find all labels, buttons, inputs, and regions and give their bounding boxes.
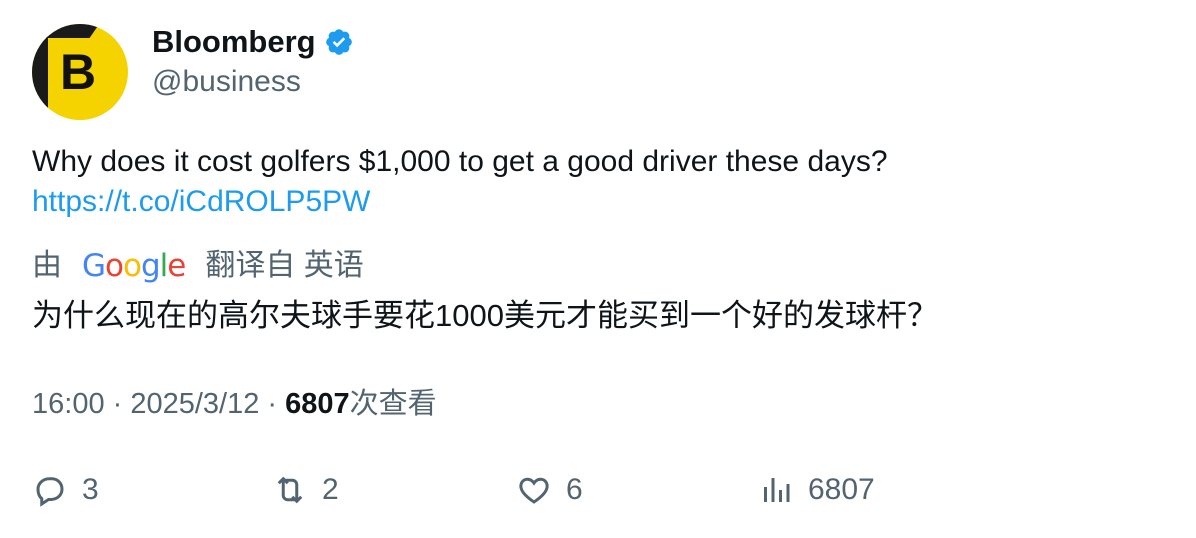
avatar-dark-top	[32, 24, 100, 38]
reply-count: 3	[82, 473, 99, 506]
verified-badge-icon	[325, 29, 352, 55]
analytics-views-count: 6807	[808, 473, 875, 506]
author-display-name[interactable]: Bloomberg	[152, 24, 316, 60]
action-bar: 3 2 6 6807	[32, 472, 1132, 512]
avatar-letter: B	[60, 44, 97, 100]
tweet-text: Why does it cost golfers $1,000 to get a…	[32, 145, 888, 178]
tweet-meta: 16:00 · 2025/3/12 · 6807次查看	[32, 384, 437, 424]
google-logo-letter: G	[82, 248, 106, 284]
google-logo: Google	[82, 246, 186, 286]
tweet-timestamp[interactable]: 16:00 · 2025/3/12 ·	[32, 388, 285, 420]
translated-text: 为什么现在的高尔夫球手要花1000美元才能买到一个好的发球杆？	[32, 298, 938, 333]
google-logo-letter: o	[105, 248, 124, 284]
reply-button[interactable]: 3	[32, 472, 99, 508]
translation-prefix: 由	[32, 249, 62, 282]
retweet-button[interactable]: 2	[272, 472, 339, 508]
google-logo-letter: e	[167, 248, 186, 284]
like-button[interactable]: 6	[516, 472, 583, 508]
google-logo-letter: o	[123, 248, 142, 284]
views-count: 6807	[285, 388, 350, 420]
avatar[interactable]: B	[32, 24, 128, 120]
heart-icon	[519, 477, 549, 504]
translation-suffix: 翻译自 英语	[205, 249, 364, 282]
like-count: 6	[566, 473, 583, 506]
views-label: 次查看	[349, 388, 437, 420]
tweet-link[interactable]: https://t.co/iCdROLP5PW	[32, 182, 370, 222]
author-name-row: Bloomberg	[152, 24, 354, 60]
author-handle[interactable]: @business	[152, 64, 301, 100]
avatar-dark-band	[32, 24, 48, 120]
translation-attribution: 由 Google 翻译自 英语	[32, 246, 364, 286]
google-logo-letter: g	[140, 248, 161, 284]
retweet-icon	[277, 476, 303, 504]
reply-icon	[36, 477, 64, 507]
analytics-bars-icon	[764, 478, 790, 502]
retweet-count: 2	[322, 473, 339, 506]
views-button[interactable]: 6807	[758, 472, 875, 508]
